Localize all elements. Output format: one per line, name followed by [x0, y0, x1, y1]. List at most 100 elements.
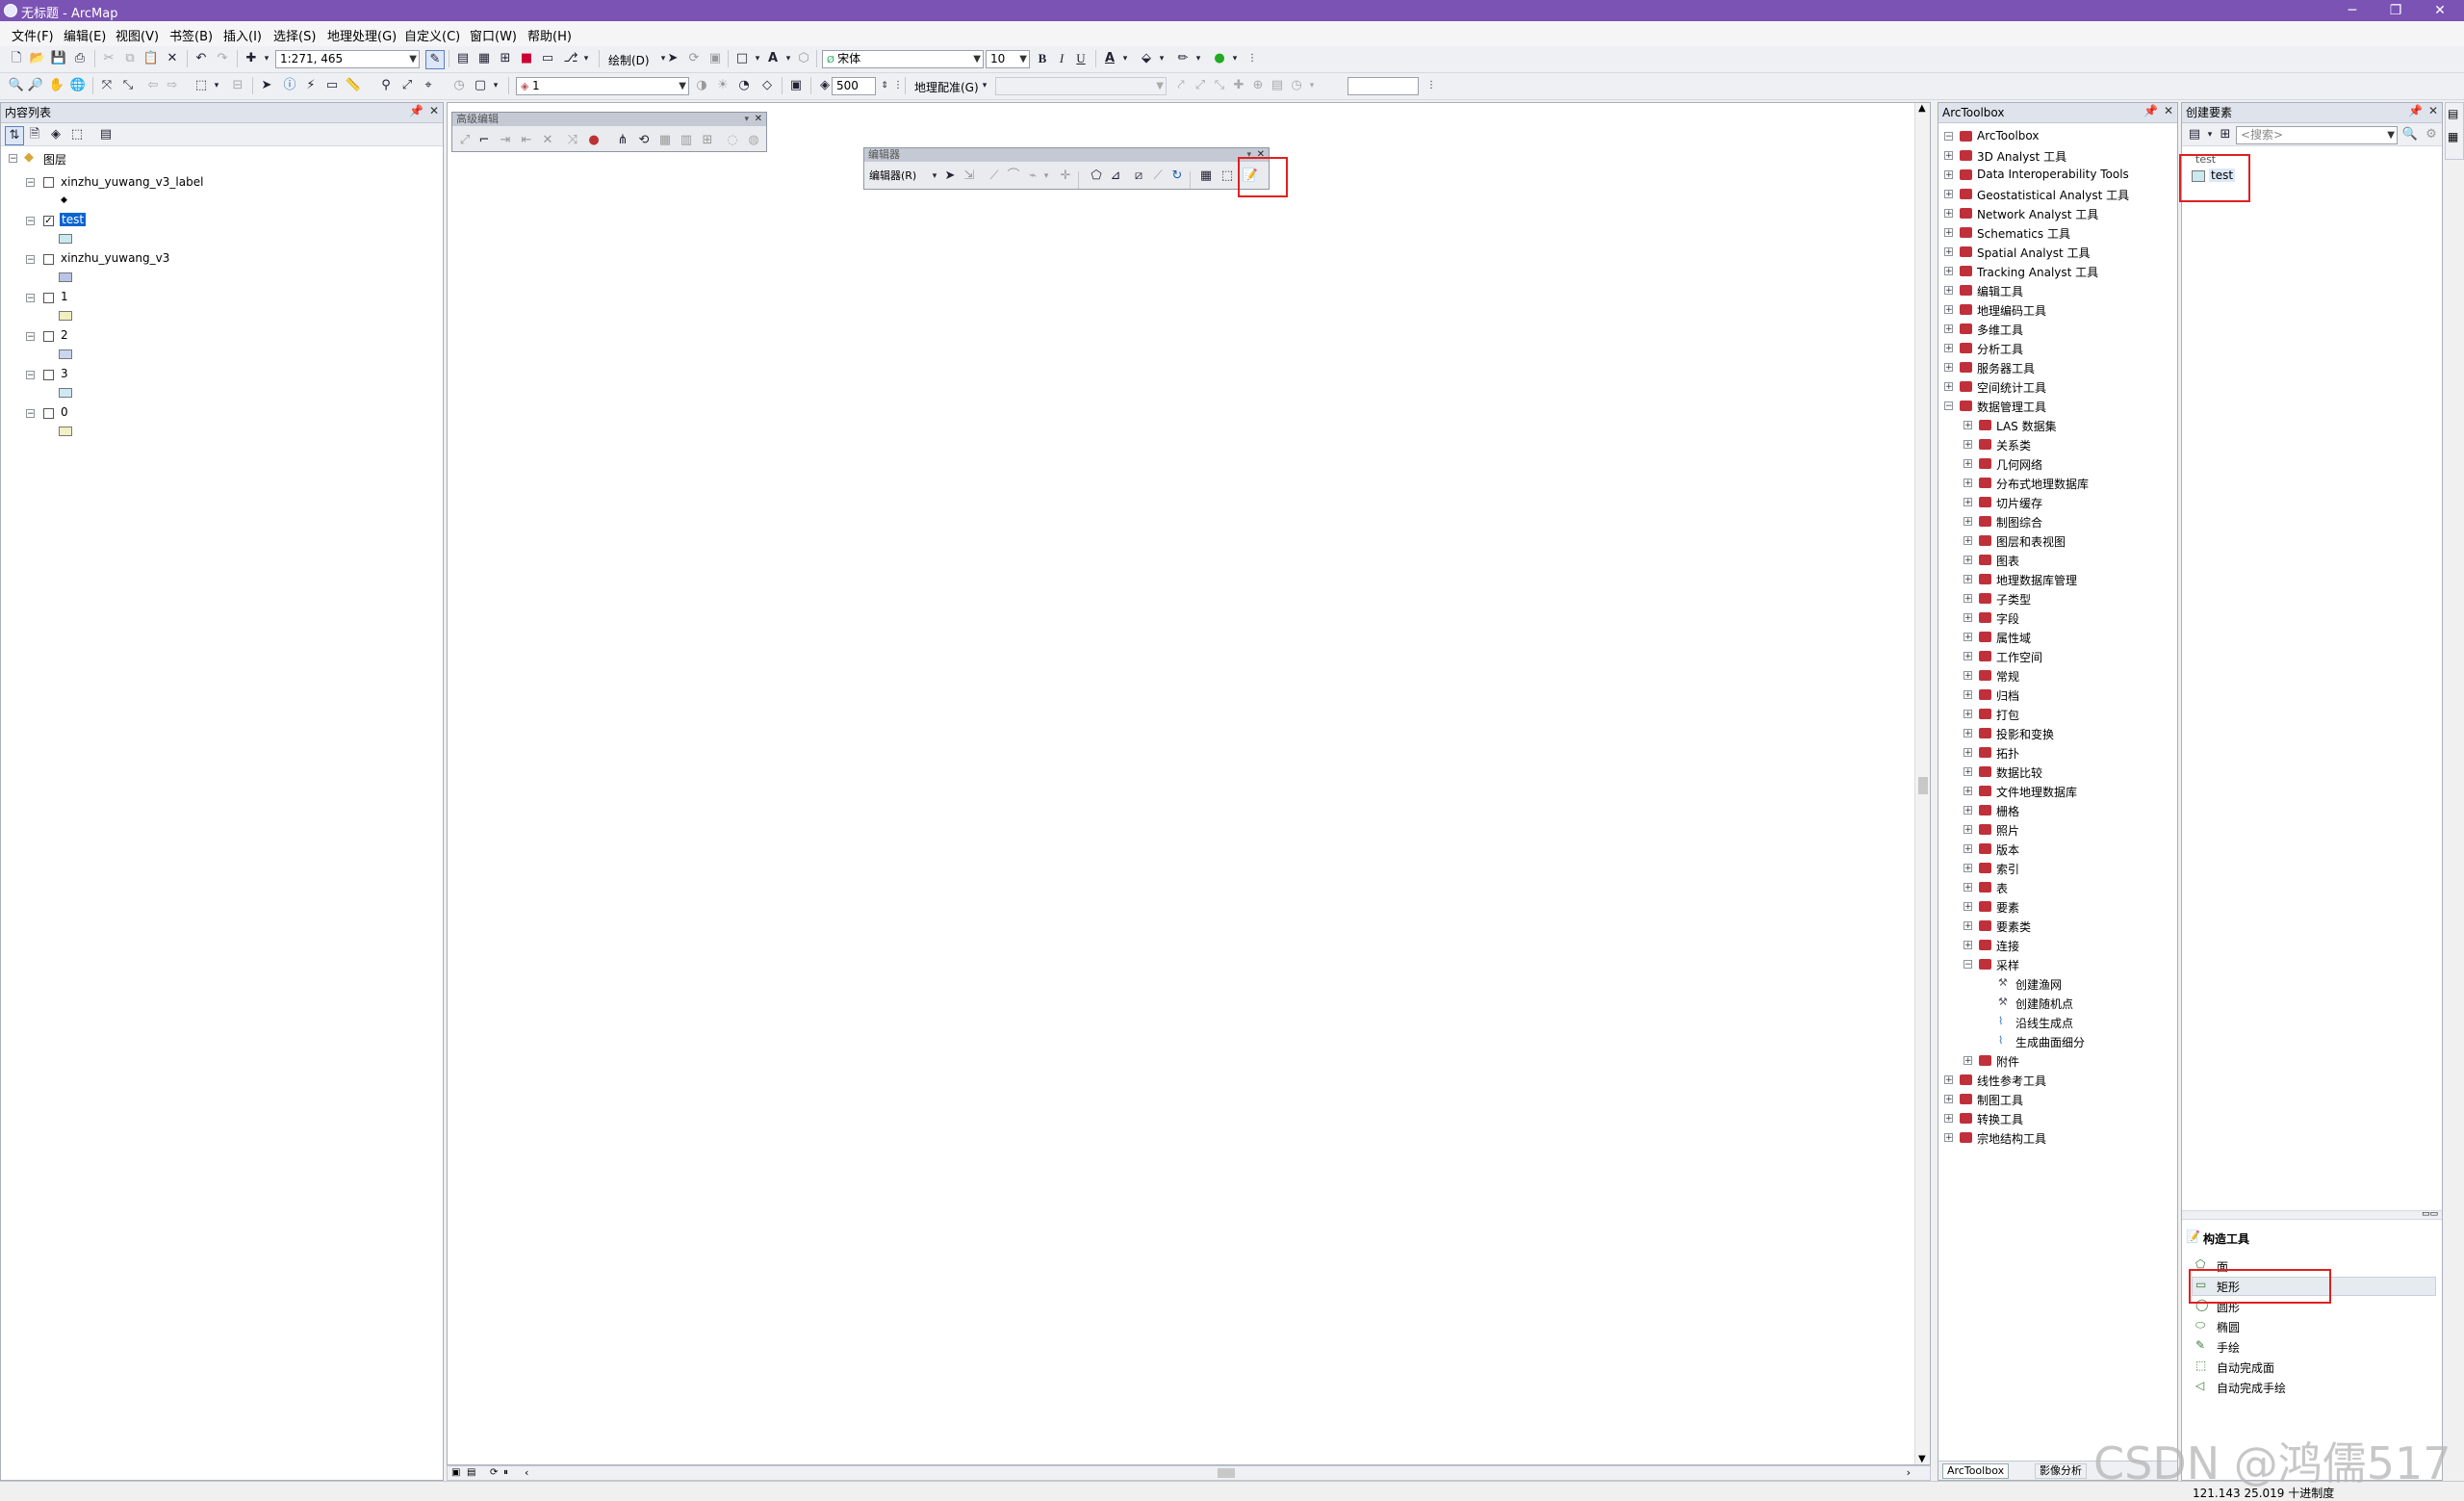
draw-menu[interactable]: 绘制(D)	[608, 52, 650, 68]
toolbox-dm-27[interactable]: 连接	[1996, 938, 2019, 955]
cut-icon[interactable]: ✂	[100, 50, 117, 67]
annotation-edit-icon[interactable]: ⇲	[961, 168, 978, 185]
chevron-down-icon[interactable]: ▾	[1153, 50, 1170, 67]
horizontal-scroll-thumb[interactable]	[1218, 1468, 1235, 1478]
clear-selection-icon[interactable]: ⊟	[229, 77, 246, 94]
expand-icon[interactable]: +	[1964, 690, 1972, 700]
map-vertical-scrollbar[interactable]: ▲ ▼	[1914, 103, 1930, 1464]
expand-icon[interactable]: +	[1944, 305, 1953, 315]
toolbox-dm-22[interactable]: 版本	[1996, 841, 2019, 859]
select-elements-icon[interactable]: ➤	[664, 50, 681, 67]
toolbox-more-3[interactable]: 宗地结构工具	[1977, 1130, 2046, 1148]
expand-icon[interactable]: +	[1944, 190, 1953, 199]
toolbox-item-7[interactable]: 编辑工具	[1977, 283, 2023, 300]
point-icon[interactable]: ✛	[1057, 168, 1074, 185]
full-extent-icon[interactable]: 🌐	[69, 77, 87, 94]
split-tool-icon[interactable]: ⟋	[1149, 168, 1167, 185]
refresh-icon[interactable]: ⟳	[490, 1467, 498, 1478]
toolbox-dm-4[interactable]: 切片缓存	[1996, 495, 2042, 512]
toolbox-dm-13[interactable]: 常规	[1996, 668, 2019, 686]
expand-icon[interactable]: +	[1944, 247, 1953, 257]
maximize-button[interactable]: ❐	[2376, 1, 2415, 20]
toc-options-icon[interactable]: ▤	[97, 126, 115, 143]
measure-icon[interactable]: 📏	[345, 77, 362, 94]
layer-1[interactable]: 1	[61, 290, 68, 303]
layers-root[interactable]: 图层	[43, 151, 66, 168]
toolbox-item-12[interactable]: 空间统计工具	[1977, 379, 2046, 397]
search-window-icon[interactable]: ⊞	[497, 50, 514, 67]
expand-icon[interactable]: +	[1964, 459, 1972, 469]
layer-2[interactable]: 2	[61, 328, 68, 342]
toolbox-more-1[interactable]: 制图工具	[1977, 1092, 2023, 1109]
chevron-down-icon[interactable]: ▾	[578, 50, 595, 67]
split-polygons-icon[interactable]: ⊞	[699, 132, 716, 149]
layer-visibility-checkbox[interactable]: ✓	[43, 216, 54, 226]
fixed-zoom-out-icon[interactable]: ⤡	[119, 77, 137, 94]
expand-icon[interactable]: +	[1964, 941, 1972, 950]
brightness-icon[interactable]: ☀	[714, 77, 732, 94]
toolbox-sampling-3[interactable]: 生成曲面细分	[2015, 1034, 2085, 1051]
go-to-xy-icon[interactable]: ⌖	[420, 77, 437, 94]
fixed-zoom-in-icon[interactable]: ⤧	[98, 77, 116, 94]
arctoolbox-icon[interactable]: ■	[518, 50, 535, 67]
toolbox-item-1[interactable]: Data Interoperability Tools	[1977, 168, 2129, 185]
pan-icon[interactable]: ✋	[48, 77, 65, 94]
list-by-drawing-order-icon[interactable]: ⇅	[5, 126, 24, 145]
toolbox-item-5[interactable]: Spatial Analyst 工具	[1977, 245, 2091, 262]
close-button[interactable]: ✕	[2421, 1, 2459, 20]
html-popup-icon[interactable]: ▭	[323, 77, 341, 94]
toolbox-dm-14[interactable]: 归档	[1996, 687, 2019, 705]
list-by-visibility-icon[interactable]: ◈	[47, 126, 64, 143]
toolbox-after-0[interactable]: 附件	[1996, 1053, 2019, 1071]
toolbox-sampling-2[interactable]: 沿线生成点	[2015, 1015, 2073, 1032]
scroll-right-icon[interactable]: ›	[1907, 1466, 1911, 1479]
toolbox-dm-17[interactable]: 拓扑	[1996, 745, 2019, 763]
scroll-up-icon[interactable]: ▲	[1918, 103, 1926, 114]
python-icon[interactable]: ▭	[539, 50, 556, 67]
smooth-icon[interactable]: ⋔	[614, 132, 631, 149]
tab-image-analysis[interactable]: 影像分析	[2035, 1463, 2087, 1479]
search-dock-icon[interactable]: ▦	[2448, 130, 2458, 143]
italic-button[interactable]: I	[1053, 50, 1070, 67]
expand-icon[interactable]: +	[1964, 536, 1972, 546]
expand-icon[interactable]: +	[1964, 633, 1972, 642]
splitter-toggle-icon[interactable]: ▭▭	[2422, 1209, 2438, 1219]
expand-icon[interactable]: +	[1964, 575, 1972, 584]
toolbox-root[interactable]: ArcToolbox	[1977, 129, 2039, 146]
expand-icon[interactable]: +	[1964, 902, 1972, 912]
georef-value-field[interactable]	[1348, 77, 1419, 95]
toolbox-dm-21[interactable]: 照片	[1996, 822, 2019, 840]
collapse-icon[interactable]: −	[26, 409, 35, 419]
data-view-icon[interactable]: ▣	[451, 1467, 460, 1478]
fillet-icon[interactable]: ⌐	[475, 132, 493, 149]
toolbox-dm-11[interactable]: 属性域	[1996, 630, 2031, 647]
list-by-selection-icon[interactable]: ⬚	[68, 126, 86, 143]
toolbox-more-2[interactable]: 转换工具	[1977, 1111, 2023, 1128]
layer-xinzhu-yuwang-v3[interactable]: xinzhu_yuwang_v3	[61, 251, 169, 265]
layer-visibility-checkbox[interactable]	[43, 408, 54, 419]
cut-polygons-icon[interactable]: ⧄	[1130, 168, 1147, 185]
copy-icon[interactable]: ⧉	[121, 50, 139, 67]
rotate-georef-icon[interactable]: ⤤	[1172, 77, 1190, 94]
toolbox-dm-3[interactable]: 分布式地理数据库	[1996, 476, 2089, 493]
expand-icon[interactable]: +	[1964, 844, 1972, 854]
toolbox-item-0[interactable]: 3D Analyst 工具	[1977, 148, 2066, 166]
georeferencing-menu[interactable]: 地理配准(G)	[914, 79, 979, 95]
find-icon[interactable]: ⚲	[377, 77, 395, 94]
reshape-feature-icon[interactable]: ⊿	[1107, 168, 1124, 185]
toolbox-dm-5[interactable]: 制图综合	[1996, 514, 2042, 531]
trim-icon[interactable]: ⇤	[518, 132, 535, 149]
union-icon[interactable]: ◍	[745, 132, 762, 149]
expand-icon[interactable]: +	[1964, 864, 1972, 873]
chevron-down-icon[interactable]: ▾	[976, 77, 993, 94]
expand-icon[interactable]: +	[1944, 267, 1953, 276]
extend-icon[interactable]: ⇥	[497, 132, 514, 149]
toolbox-dm-0[interactable]: LAS 数据集	[1996, 418, 2057, 435]
find-route-icon[interactable]: ⤢	[398, 77, 416, 94]
zoom-out-icon[interactable]: 🔎	[27, 77, 44, 94]
line-intersection-icon[interactable]: ✕	[539, 132, 556, 149]
layer-visibility-checkbox[interactable]	[43, 254, 54, 265]
expand-icon[interactable]: +	[1944, 1114, 1953, 1124]
toolbox-dm-15[interactable]: 打包	[1996, 707, 2019, 724]
save-icon[interactable]: 💾	[50, 50, 67, 67]
